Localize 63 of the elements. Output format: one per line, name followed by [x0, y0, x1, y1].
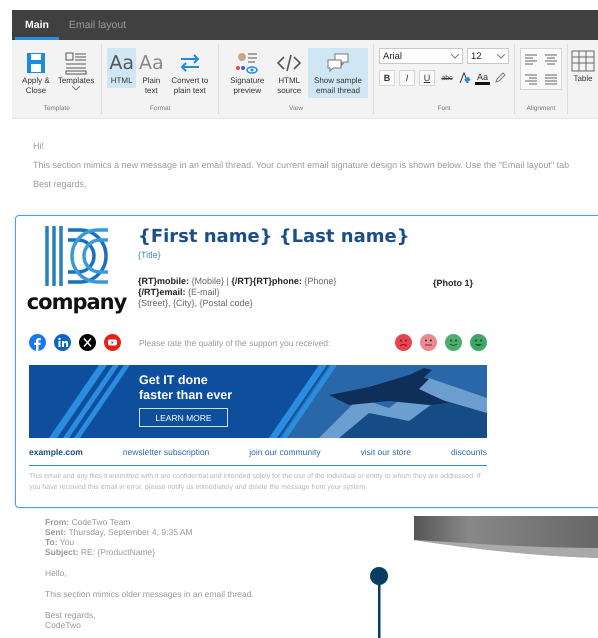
font-size-select[interactable]: 12: [467, 48, 509, 64]
smile-face-icon[interactable]: [445, 334, 462, 351]
pin-drawing: [369, 566, 389, 638]
signature-preview-icon: [234, 51, 260, 75]
highlighter-icon[interactable]: [494, 72, 506, 84]
chevron-down-icon: [72, 86, 80, 91]
clear-format-icon[interactable]: [459, 72, 471, 84]
linkedin-icon[interactable]: [54, 334, 71, 351]
footer-link[interactable]: newsletter subscription: [122, 447, 210, 457]
message-text: Best regards,: [45, 610, 97, 620]
chat-bubbles-icon: [325, 51, 351, 75]
format-button[interactable]: B: [379, 70, 395, 86]
html-button[interactable]: Aa HTML: [107, 48, 136, 88]
save-button[interactable]: Apply & Close: [17, 48, 55, 98]
sad-face-icon[interactable]: [395, 334, 412, 351]
footer-link[interactable]: example.com: [29, 447, 83, 457]
preview-button[interactable]: Signature preview: [224, 48, 270, 98]
templates-button[interactable]: Templates: [56, 48, 96, 93]
message-text: This section mimics a new message in an email thread. Your current email signature design is shown below. Use the "Email layout" tab: [33, 160, 570, 170]
table-icon: [570, 49, 596, 73]
contact-line: {/RT}email: {E-mail}: [138, 287, 221, 298]
thread-button[interactable]: Show sample email thread: [308, 48, 368, 98]
logo-text: company: [26, 290, 126, 314]
message-text: CodeTwo: [45, 620, 82, 630]
font-family-select[interactable]: Arial: [379, 48, 463, 64]
header-line: From: CodeTwo Team: [45, 517, 132, 527]
header-line: To: You: [45, 537, 76, 547]
learn-more-button[interactable]: LEARN MORE: [139, 408, 228, 427]
header-line: Subject: RE: {ProductName}: [45, 547, 156, 557]
chevron-down-icon: [497, 54, 505, 58]
templates-icon: [63, 51, 90, 75]
rating-prompt: Please rate the quality of the support you received:: [139, 338, 332, 348]
banner-headline: faster than ever: [139, 388, 232, 403]
ribbon-tab[interactable]: Email layout: [58, 13, 136, 40]
photo-label: {Photo 1}: [432, 277, 474, 290]
source-button[interactable]: HTML source: [271, 48, 307, 98]
footer-link[interactable]: visit our store: [360, 447, 412, 457]
banner-headline: Get IT done: [139, 373, 209, 388]
message-text: Hi!: [33, 141, 45, 151]
contact-line: {RT}mobile: {Mobile} | {/RT}{RT}phone: {Phone}: [138, 276, 338, 287]
contact-line: {Street}, {City}, {Postal code}: [138, 298, 254, 309]
plain-button[interactable]: Aa Plain text: [136, 48, 166, 98]
footer-link[interactable]: discounts: [451, 447, 487, 457]
signature-name: {First name} {Last name}: [138, 226, 411, 247]
x-logo-icon[interactable]: [79, 334, 96, 351]
facebook-icon[interactable]: [29, 334, 46, 351]
grin-face-icon[interactable]: [470, 334, 487, 351]
neutral-face-icon[interactable]: [420, 334, 437, 351]
footer-link[interactable]: join our community: [249, 447, 321, 457]
logo-icon: [44, 226, 110, 288]
format-button[interactable]: U: [419, 70, 435, 86]
message-text: This section mimics older messages in an email thread.: [45, 589, 255, 599]
signature-title: {Title}: [138, 250, 162, 260]
promo-banner[interactable]: Get IT done faster than ever LEARN MORE: [29, 365, 487, 438]
message-text: Hello,: [45, 568, 68, 578]
font-color-button[interactable]: Aa: [475, 72, 490, 84]
message-text: Best regards,: [33, 179, 88, 189]
youtube-icon[interactable]: [104, 334, 121, 351]
header-line: Sent: Thursday, September 4, 9:35 AM: [45, 527, 194, 537]
convert-button[interactable]: Convert to plain text: [166, 48, 214, 98]
table-button[interactable]: Table: [568, 46, 598, 118]
chevron-down-icon: [451, 54, 459, 58]
format-button[interactable]: I: [399, 70, 415, 86]
